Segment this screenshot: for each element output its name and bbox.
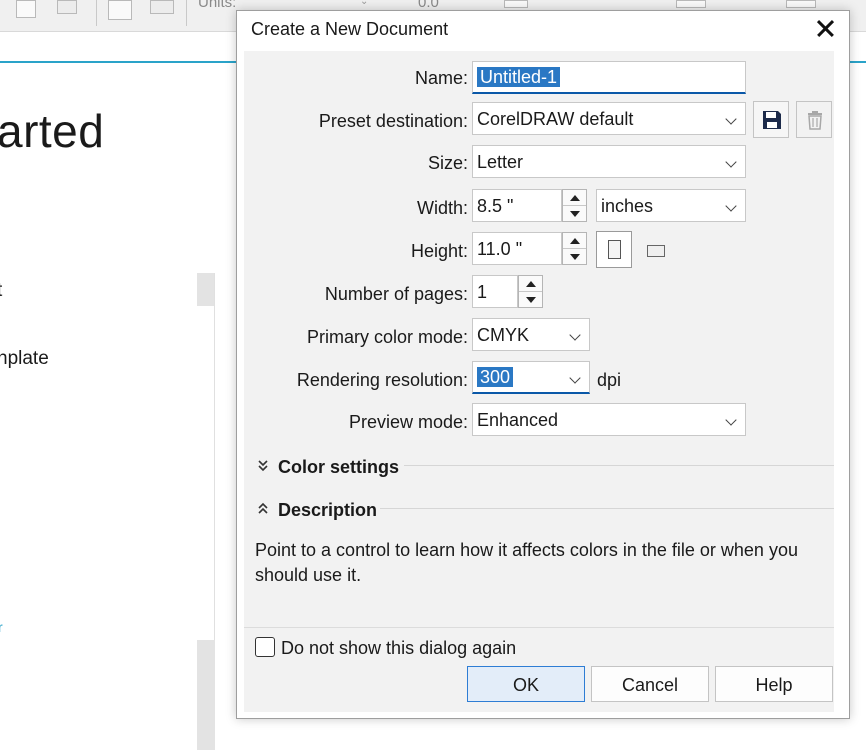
width-unit-value: inches: [601, 196, 654, 216]
scrollbar-thumb[interactable]: [197, 273, 215, 306]
dont-show-again-checkbox[interactable]: [255, 637, 275, 657]
number-of-pages-input[interactable]: 1: [472, 275, 518, 308]
scrollbar-thumb[interactable]: [197, 640, 215, 750]
dont-show-again-label[interactable]: Do not show this dialog again: [281, 638, 516, 659]
page-icon[interactable]: [16, 0, 36, 18]
help-button[interactable]: Help: [715, 666, 833, 702]
preset-destination-label: Preset destination:: [318, 111, 468, 131]
landscape-orientation-button[interactable]: [643, 241, 669, 261]
trash-icon: [808, 111, 822, 130]
size-select[interactable]: Letter: [472, 145, 746, 178]
width-unit-select[interactable]: inches: [596, 189, 746, 222]
section-divider: [380, 508, 834, 509]
welcome-link[interactable]: r: [0, 619, 3, 635]
height-stepper[interactable]: [562, 232, 587, 265]
portrait-orientation-icon: [608, 240, 621, 259]
preset-destination-select[interactable]: CorelDRAW default: [472, 102, 746, 135]
size-value: Letter: [477, 152, 524, 172]
ok-button[interactable]: OK: [467, 666, 585, 702]
chevron-down-icon: [569, 329, 581, 341]
cancel-button[interactable]: Cancel: [591, 666, 709, 702]
name-label: Name:: [414, 68, 468, 88]
dialog-title: Create a New Document: [251, 19, 449, 39]
units-dropdown-chevron-icon[interactable]: ⌄: [360, 0, 368, 7]
number-of-pages-value: 1: [477, 282, 488, 302]
preset-destination-value: CorelDRAW default: [477, 109, 634, 129]
toolbar-button-icon[interactable]: [504, 0, 528, 8]
chevron-down-icon: [725, 200, 737, 212]
width-stepper[interactable]: [562, 189, 587, 222]
width-label: Width:: [416, 198, 468, 218]
color-settings-toggle[interactable]: Color settings: [254, 455, 404, 479]
footer-divider: [244, 627, 834, 628]
arrow-up-icon: [570, 238, 580, 244]
section-divider: [404, 465, 834, 466]
width-increment-button[interactable]: [563, 190, 586, 206]
height-decrement-button[interactable]: [563, 249, 586, 265]
chevron-down-icon: [725, 113, 737, 125]
delete-preset-button[interactable]: [796, 101, 832, 138]
arrow-down-icon: [570, 254, 580, 260]
toolbar-separator: [96, 0, 97, 26]
height-input[interactable]: 11.0 ": [472, 232, 562, 265]
preview-mode-select[interactable]: Enhanced: [472, 403, 746, 436]
chevron-down-icon: [725, 156, 737, 168]
chevron-down-icon: [569, 372, 581, 384]
size-label: Size:: [427, 153, 468, 173]
welcome-heading: arted: [0, 105, 105, 157]
height-value: 11.0 ": [477, 239, 523, 259]
resolution-unit-label: dpi: [597, 370, 622, 390]
toolbar-button-icon[interactable]: [786, 0, 816, 8]
name-input-value: Untitled-1: [477, 67, 561, 87]
bars-icon[interactable]: [150, 0, 174, 14]
toolbar-button-icon[interactable]: [676, 0, 706, 8]
height-label: Height:: [410, 241, 468, 261]
primary-color-mode-label: Primary color mode:: [306, 327, 468, 347]
color-settings-heading: Color settings: [278, 457, 400, 477]
height-increment-button[interactable]: [563, 233, 586, 249]
pages-increment-button[interactable]: [519, 276, 542, 292]
save-preset-button[interactable]: [753, 101, 789, 138]
width-decrement-button[interactable]: [563, 206, 586, 222]
arrow-down-icon: [526, 297, 536, 303]
chevron-down-icon: [725, 414, 737, 426]
primary-color-mode-value: CMYK: [477, 325, 530, 345]
width-input[interactable]: 8.5 ": [472, 189, 562, 222]
rendering-resolution-value: 300: [477, 367, 514, 387]
rendering-resolution-label: Rendering resolution:: [296, 370, 468, 390]
description-toggle[interactable]: Description: [254, 498, 384, 522]
pages-decrement-button[interactable]: [519, 292, 542, 308]
close-icon[interactable]: [809, 13, 841, 43]
welcome-list-item[interactable]: t: [0, 280, 2, 302]
double-chevron-up-icon: [258, 502, 268, 514]
arrow-up-icon: [526, 281, 536, 287]
name-input[interactable]: Untitled-1: [472, 61, 746, 94]
rendering-resolution-select[interactable]: 300: [472, 361, 590, 394]
save-icon: [763, 111, 781, 129]
number-of-pages-label: Number of pages:: [324, 284, 468, 304]
preview-mode-value: Enhanced: [477, 410, 559, 430]
welcome-list-item[interactable]: nplate: [0, 348, 49, 370]
dialog-body: Name: Untitled-1 Preset destination: Cor…: [244, 51, 834, 712]
width-value: 8.5 ": [477, 196, 514, 216]
double-chevron-down-icon: [258, 460, 268, 472]
page-facing-icon[interactable]: [57, 0, 77, 14]
arrow-up-icon: [570, 195, 580, 201]
pages-stepper[interactable]: [518, 275, 543, 308]
create-document-dialog: Create a New Document Name: Untitled-1 P…: [236, 10, 850, 719]
toolbar-separator: [186, 0, 187, 26]
description-text: Point to a control to learn how it affec…: [255, 540, 798, 585]
landscape-orientation-icon: [647, 245, 665, 257]
portrait-orientation-button[interactable]: [596, 231, 632, 268]
pages-icon[interactable]: [108, 0, 132, 20]
arrow-down-icon: [570, 211, 580, 217]
description-heading: Description: [278, 500, 378, 520]
preview-mode-label: Preview mode:: [348, 412, 468, 432]
primary-color-mode-select[interactable]: CMYK: [472, 318, 590, 351]
units-label: Units:: [198, 0, 237, 11]
